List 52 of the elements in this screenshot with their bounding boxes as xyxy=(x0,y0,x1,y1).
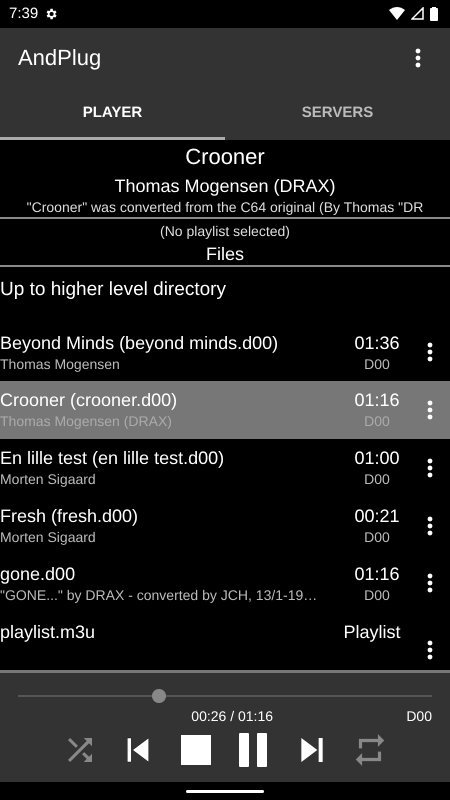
song-duration: 00:21 xyxy=(354,506,400,528)
song-artist: Thomas Mogensen (DRAX) xyxy=(113,174,337,198)
song-duration: 01:00 xyxy=(354,448,400,470)
stop-icon xyxy=(181,735,211,766)
more-icon xyxy=(427,342,433,362)
song-format: D00 xyxy=(364,586,390,603)
seek-thumb[interactable] xyxy=(152,689,166,704)
song-title: Crooner xyxy=(184,142,266,171)
song-item[interactable]: Beyond Minds (beyond minds.d00) Thomas Mogensen 01:36 D00 xyxy=(0,323,450,381)
song-name: gone.d00 xyxy=(0,564,76,585)
song-author: Morten Sigaard xyxy=(0,471,97,488)
song-duration: 01:16 xyxy=(354,564,400,585)
song-item[interactable]: Fresh (fresh.d00) Morten Sigaard 00:21 D00 xyxy=(0,496,450,555)
song-item[interactable]: gone.d00 "GONE..." by DRAX - converted by JCH, 13/1-19… 01:16 D00 xyxy=(0,554,450,612)
song-format: D00 xyxy=(364,356,390,372)
more-icon xyxy=(427,458,433,478)
playlist-item[interactable]: playlist.m3u Playlist xyxy=(0,612,450,670)
battery-icon xyxy=(430,6,438,21)
song-duration: 01:16 xyxy=(354,390,400,412)
more-icon xyxy=(427,573,433,594)
app-title: AndPlug xyxy=(18,44,102,71)
home-indicator[interactable] xyxy=(186,790,264,793)
playlist-type: Playlist xyxy=(343,622,400,644)
gear-icon xyxy=(44,6,58,21)
song-author: Thomas Mogensen xyxy=(0,356,121,372)
song-comment: "Crooner" was converted from the C64 original (By Thomas "DR xyxy=(26,198,424,218)
format-label: D00 xyxy=(406,708,432,724)
song-name: En lille test (en lille test.d00) xyxy=(0,448,226,470)
more-icon xyxy=(427,400,433,420)
song-duration: 01:36 xyxy=(354,332,400,354)
more-icon xyxy=(427,640,433,660)
directory-item[interactable]: Up to higher level directory xyxy=(0,267,450,324)
playlist-status: (No playlist selected) xyxy=(159,222,291,242)
tab[interactable]: SERVERS xyxy=(225,88,450,140)
more-icon xyxy=(427,516,433,536)
song-format: D00 xyxy=(364,529,390,546)
files-heading: Files xyxy=(204,243,245,266)
song-author: "GONE..." by DRAX - converted by JCH, 13/1-19… xyxy=(0,586,318,603)
playback-time: 00:26 / 01:16 xyxy=(191,708,274,724)
wifi-icon xyxy=(389,7,405,20)
song-name: Crooner (crooner.d00) xyxy=(0,390,178,412)
song-name: Fresh (fresh.d00) xyxy=(0,506,140,528)
playlist-name: playlist.m3u xyxy=(0,622,96,644)
song-name: Beyond Minds (beyond minds.d00) xyxy=(0,332,280,354)
clock: 7:39 xyxy=(9,5,38,22)
song-format: D00 xyxy=(364,471,390,488)
song-item[interactable]: En lille test (en lille test.d00) Morten Sigaard 01:00 D00 xyxy=(0,438,450,497)
tab[interactable]: PLAYER xyxy=(0,88,225,140)
signal-icon xyxy=(411,7,424,20)
more-icon xyxy=(415,48,421,68)
song-author: Morten Sigaard xyxy=(0,529,97,546)
pause-icon xyxy=(239,733,269,768)
